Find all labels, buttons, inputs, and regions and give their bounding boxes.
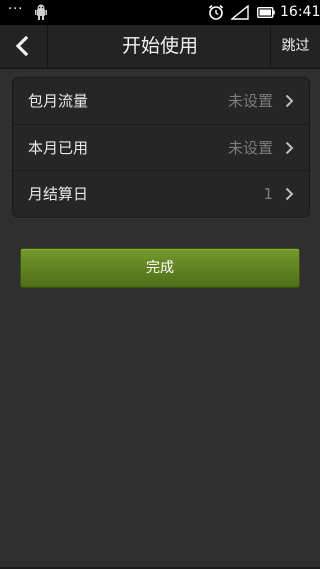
clock-time: 16:41 [280,4,320,20]
row-label: 月结算日 [28,185,89,203]
list-item-monthly-data-plan[interactable]: 包月流量 未设置 [13,78,309,124]
done-button[interactable]: 完成 [20,248,300,288]
notification-dots: ··· [8,2,24,17]
row-value: 未设置 [227,92,273,110]
back-button[interactable] [0,25,48,68]
chevron-right-icon [285,187,294,201]
chevron-left-icon [15,36,29,56]
page-title: 开始使用 [121,35,198,57]
alarm-clock-icon [208,4,224,20]
row-label: 本月已用 [28,139,89,157]
row-label: 包月流量 [28,92,89,110]
battery-icon [257,7,275,18]
signal-icon [231,5,249,20]
row-value: 未设置 [227,139,273,157]
chevron-right-icon [285,141,294,155]
skip-button[interactable]: 跳过 [270,25,320,68]
list-item-billing-day[interactable]: 月结算日 1 [13,170,309,217]
chevron-right-icon [285,94,294,108]
title-bar: 开始使用 跳过 [0,25,320,69]
list-item-used-this-month[interactable]: 本月已用 未设置 [13,124,309,171]
android-debug-icon [35,4,47,20]
settings-list: 包月流量 未设置 本月已用 未设置 月结算日 1 [12,77,310,218]
status-bar: ··· 16:41 [0,0,320,25]
row-value: 1 [263,185,273,203]
